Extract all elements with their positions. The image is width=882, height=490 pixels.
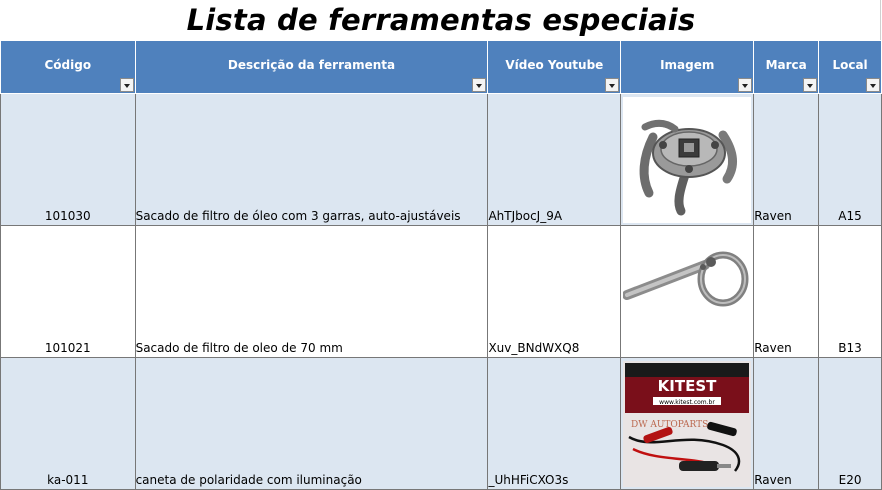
header-codigo-label: Código	[44, 58, 92, 72]
header-marca-label: Marca	[765, 58, 807, 72]
table-row: 101021 Sacado de filtro de oleo de 70 mm…	[0, 225, 882, 358]
header-descricao[interactable]: Descrição da ferramenta	[134, 40, 489, 94]
cell-local[interactable]: B13	[818, 225, 882, 358]
polarity-tester-kit-image: KITEST www.kitest.com.br DW AUTOPARTS	[623, 361, 752, 487]
cell-local[interactable]: A15	[818, 93, 882, 226]
sheet-title: Lista de ferramentas especiais	[186, 3, 696, 37]
column-gridline	[880, 0, 881, 40]
cell-marca[interactable]: Raven	[753, 225, 820, 358]
oil-filter-strap-wrench-image	[623, 229, 752, 355]
cell-video-link[interactable]: _UhHFiCXO3s	[487, 357, 622, 490]
cell-marca[interactable]: Raven	[753, 357, 820, 490]
header-imagem-label: Imagem	[660, 58, 715, 72]
brand-text: KITEST	[658, 377, 717, 395]
filter-dropdown-icon[interactable]	[119, 78, 134, 92]
tools-table: Código Descrição da ferramenta Vídeo You…	[0, 40, 882, 490]
header-video-label: Vídeo Youtube	[505, 58, 604, 72]
cell-descricao[interactable]: Sacado de filtro de óleo com 3 garras, a…	[134, 93, 489, 226]
header-row: Código Descrição da ferramenta Vídeo You…	[0, 40, 882, 94]
table-row: ka-011 caneta de polaridade com iluminaç…	[0, 357, 882, 490]
cell-imagem[interactable]	[620, 93, 755, 226]
cell-video-link[interactable]: AhTJbocJ_9A	[487, 93, 622, 226]
cell-descricao[interactable]: caneta de polaridade com iluminação	[134, 357, 489, 490]
cell-codigo[interactable]: 101030	[0, 93, 136, 226]
cell-imagem[interactable]	[620, 225, 755, 358]
filter-dropdown-icon[interactable]	[472, 78, 487, 92]
cell-local[interactable]: E20	[818, 357, 882, 490]
header-marca[interactable]: Marca	[753, 40, 820, 94]
cell-video-link[interactable]: Xuv_BNdWXQ8	[487, 225, 622, 358]
header-imagem[interactable]: Imagem	[620, 40, 755, 94]
brand-url-text: www.kitest.com.br	[659, 399, 715, 406]
filter-dropdown-icon[interactable]	[866, 78, 880, 92]
cell-codigo[interactable]: 101021	[0, 225, 136, 358]
oil-filter-wrench-3-jaw-image	[623, 97, 752, 223]
cell-imagem[interactable]: KITEST www.kitest.com.br DW AUTOPARTS	[620, 357, 755, 490]
filter-dropdown-icon[interactable]	[605, 78, 620, 92]
header-local-label: Local	[832, 58, 868, 72]
filter-dropdown-icon[interactable]	[803, 78, 818, 92]
filter-dropdown-icon[interactable]	[738, 78, 753, 92]
table-row: 101030 Sacado de filtro de óleo com 3 ga…	[0, 93, 882, 226]
header-codigo[interactable]: Código	[0, 40, 136, 94]
header-local[interactable]: Local	[818, 40, 882, 94]
header-descricao-label: Descrição da ferramenta	[227, 58, 396, 72]
cell-codigo[interactable]: ka-011	[0, 357, 136, 490]
cell-marca[interactable]: Raven	[753, 93, 820, 226]
cell-descricao[interactable]: Sacado de filtro de oleo de 70 mm	[134, 225, 489, 358]
header-video[interactable]: Vídeo Youtube	[487, 40, 622, 94]
